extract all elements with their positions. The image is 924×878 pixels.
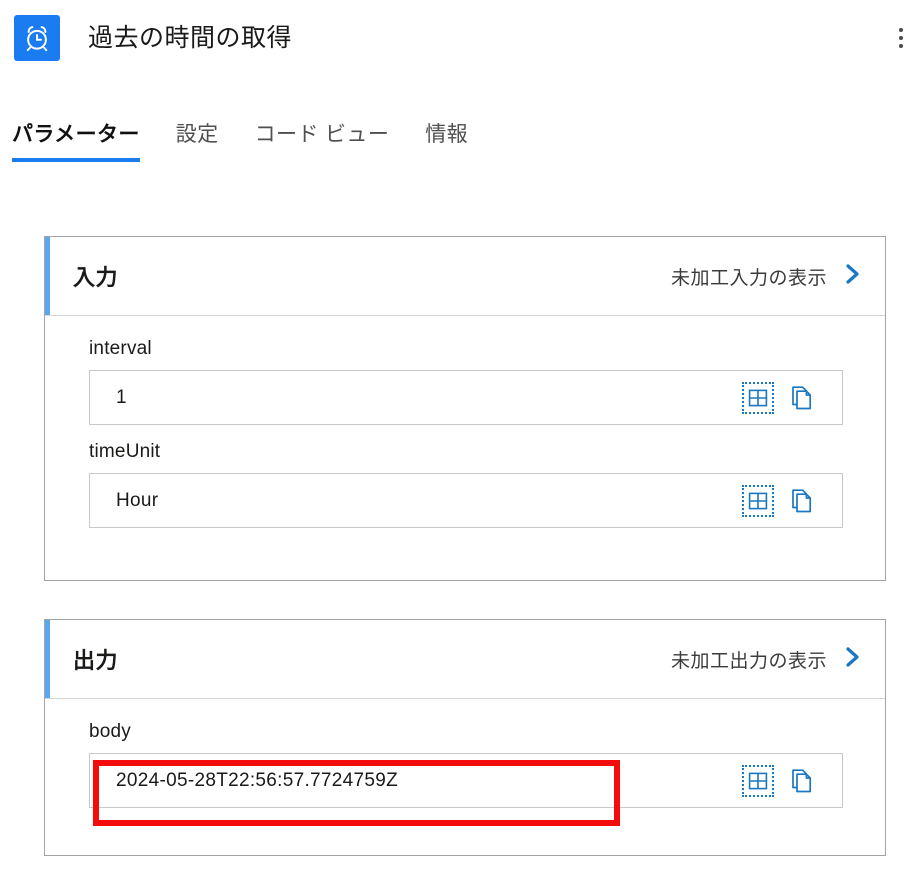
output-card-title: 出力: [73, 643, 118, 675]
field-interval: interval 1: [89, 338, 843, 425]
input-card-body: interval 1: [45, 316, 885, 550]
input-card-header: 入力 未加工入力の表示: [45, 237, 885, 316]
tab-bar: パラメーター 設定 コード ビュー 情報: [0, 118, 924, 176]
alarm-clock-icon: [14, 15, 60, 61]
field-timeunit-actions: [748, 488, 830, 514]
show-raw-output-link[interactable]: 未加工出力の表示: [671, 643, 863, 676]
table-view-icon[interactable]: [748, 771, 768, 791]
field-timeunit-value: Hour: [116, 490, 158, 512]
input-card-title: 入力: [73, 260, 118, 292]
kebab-dot: [899, 36, 903, 40]
output-card: 出力 未加工出力の表示 body 2024-05-28T22:56:57.772…: [44, 619, 886, 856]
table-view-icon[interactable]: [748, 388, 768, 408]
page-header: 過去の時間の取得: [0, 0, 924, 76]
output-card-header: 出力 未加工出力の表示: [45, 620, 885, 699]
output-card-body: body 2024-05-28T22:56:57.7724759Z: [45, 699, 885, 830]
field-body-value: 2024-05-28T22:56:57.7724759Z: [116, 770, 398, 792]
field-body-actions: [748, 768, 830, 794]
copy-icon[interactable]: [790, 768, 814, 794]
show-raw-input-link[interactable]: 未加工入力の表示: [671, 260, 863, 293]
field-interval-actions: [748, 385, 830, 411]
tab-parameters[interactable]: パラメーター: [12, 118, 158, 162]
kebab-dot: [899, 28, 903, 32]
tab-code-view[interactable]: コード ビュー: [255, 118, 408, 162]
page-title: 過去の時間の取得: [88, 23, 292, 53]
table-view-icon[interactable]: [748, 491, 768, 511]
field-timeunit-input[interactable]: Hour: [89, 473, 843, 528]
field-timeunit-label: timeUnit: [89, 441, 843, 463]
field-interval-input[interactable]: 1: [89, 370, 843, 425]
tab-info[interactable]: 情報: [425, 118, 486, 162]
chevron-right-icon: [843, 643, 863, 676]
show-raw-output-label: 未加工出力の表示: [671, 646, 827, 673]
field-interval-value: 1: [116, 387, 127, 409]
tab-settings[interactable]: 設定: [176, 118, 237, 162]
field-interval-label: interval: [89, 338, 843, 360]
kebab-dot: [899, 44, 903, 48]
show-raw-input-label: 未加工入力の表示: [671, 263, 827, 290]
copy-icon[interactable]: [790, 385, 814, 411]
field-body-input[interactable]: 2024-05-28T22:56:57.7724759Z: [89, 753, 843, 808]
field-timeunit: timeUnit Hour: [89, 441, 843, 528]
field-body-label: body: [89, 721, 843, 743]
kebab-menu-icon[interactable]: [886, 16, 916, 60]
chevron-right-icon: [843, 260, 863, 293]
input-card: 入力 未加工入力の表示 interval 1: [44, 236, 886, 581]
copy-icon[interactable]: [790, 488, 814, 514]
field-body: body 2024-05-28T22:56:57.7724759Z: [89, 721, 843, 808]
